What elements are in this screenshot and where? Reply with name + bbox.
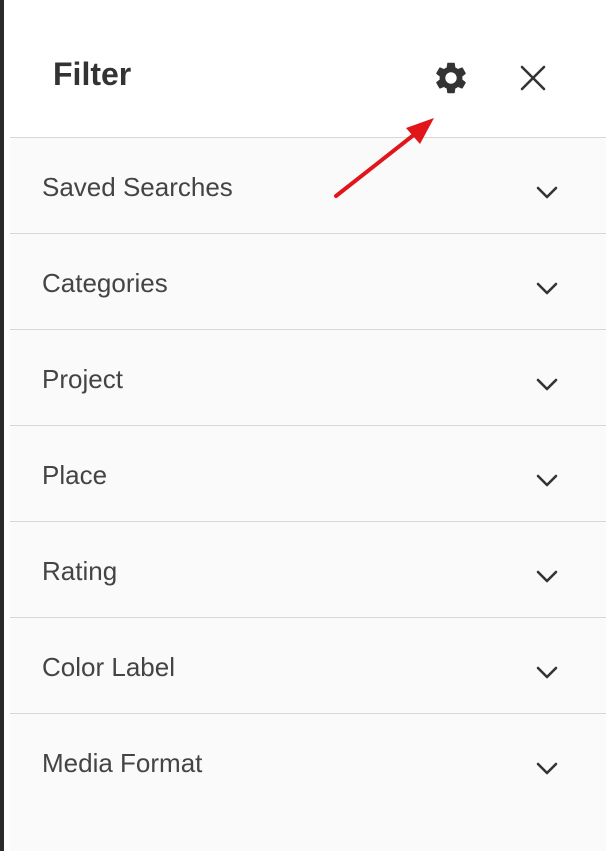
section-color-label[interactable]: Color Label [10,617,606,713]
filter-header: Filter [10,0,606,138]
section-media-format[interactable]: Media Format [10,713,606,809]
section-label: Place [42,460,108,490]
section-categories[interactable]: Categories [10,233,606,329]
close-icon [520,65,546,91]
chevron-down-icon [536,282,558,295]
section-place[interactable]: Place [10,425,606,521]
section-label: Saved Searches [42,172,233,202]
section-label: Color Label [42,652,175,682]
gear-icon [436,62,466,94]
chevron-down-icon [536,570,558,583]
chevron-down-icon [536,186,558,199]
chevron-down-icon [536,762,558,775]
chevron-down-icon [536,666,558,679]
section-saved-searches[interactable]: Saved Searches [10,137,606,233]
chevron-down-icon [536,474,558,487]
section-label: Categories [42,268,168,298]
section-rating[interactable]: Rating [10,521,606,617]
filter-panel: Filter Saved Searches Categories Project… [10,0,606,851]
chevron-down-icon [536,378,558,391]
section-project[interactable]: Project [10,329,606,425]
section-label: Rating [42,556,118,586]
window-edge [0,0,4,851]
filter-window: Filter Saved Searches Categories Project… [0,0,606,851]
settings-button[interactable] [430,57,472,99]
section-label: Media Format [42,748,203,778]
filter-sections: Saved Searches Categories Project Place [10,137,606,809]
panel-title: Filter [53,56,132,92]
section-label: Project [42,364,123,394]
close-button[interactable] [515,60,551,96]
